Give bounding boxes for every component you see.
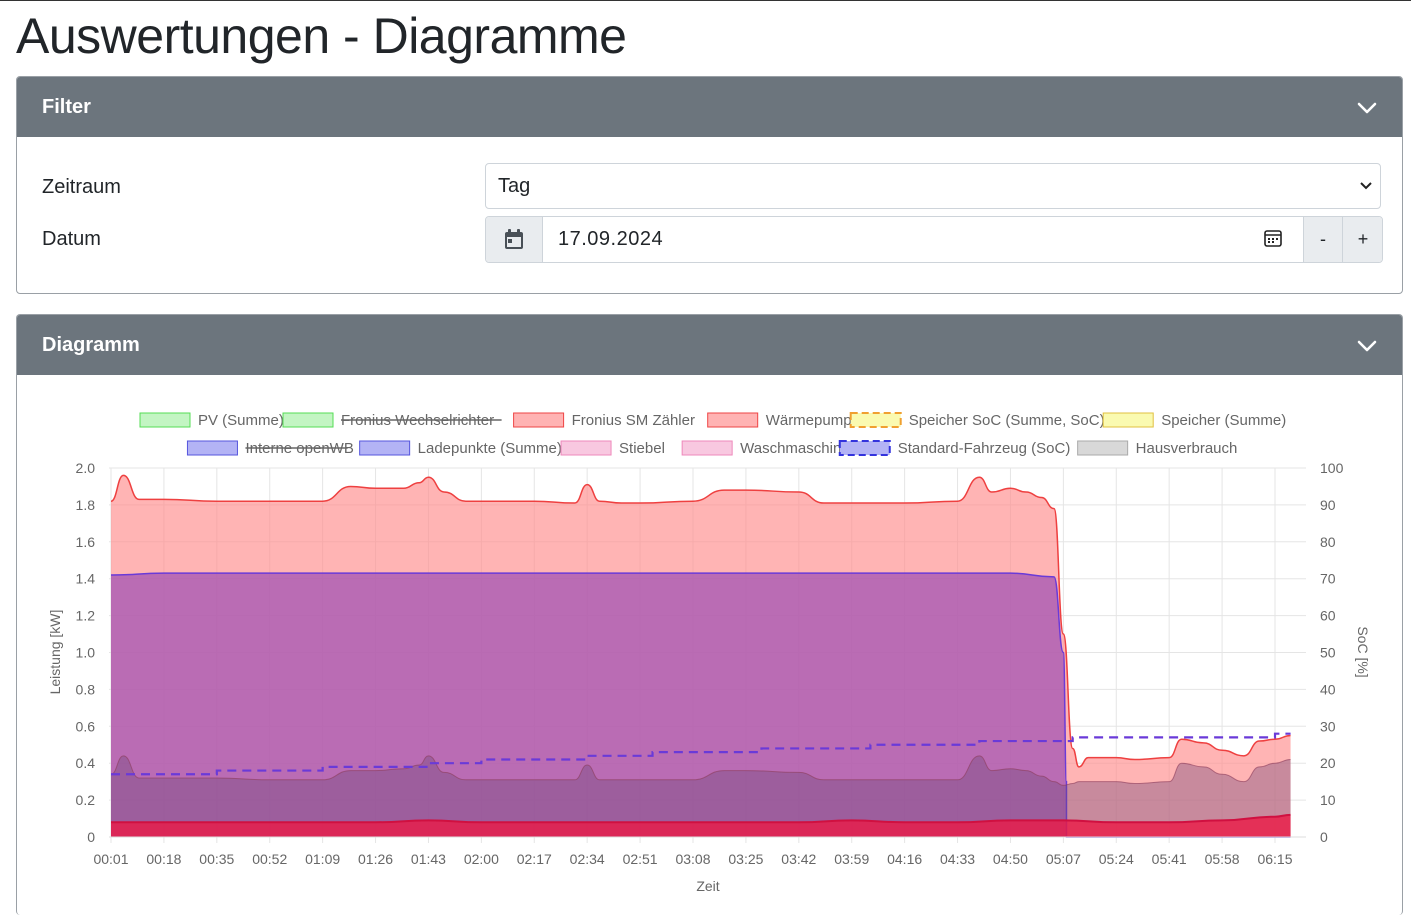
y2-tick-label: 40 [1320,681,1336,697]
legend-swatch [707,412,759,428]
x-tick-label: 00:18 [146,851,181,867]
x-tick-label: 04:16 [887,851,922,867]
y2-tick-label: 20 [1320,755,1336,771]
legend-label: Speicher (Summe) [1161,412,1286,429]
y2-tick-label: 80 [1320,534,1336,550]
x-tick-label: 03:08 [675,851,710,867]
x-tick-label: 04:33 [940,851,975,867]
x-axis-title: Zeit [696,878,719,894]
legend-label: Stiebel [619,440,665,457]
legend-swatch [1077,440,1129,456]
x-tick-label: 01:43 [411,851,446,867]
x-tick-label: 03:42 [781,851,816,867]
legend-swatch [139,412,191,428]
x-tick-label: 05:24 [1099,851,1134,867]
legend-label: Fronius SM Zähler [572,412,695,429]
x-tick-label: 03:59 [834,851,869,867]
legend-swatch [849,412,902,428]
legend-label: Wärmepumpe [766,412,860,429]
legend-label: Hausverbrauch [1136,440,1238,457]
y2-tick-label: 90 [1320,497,1336,513]
x-tick-label: 00:01 [93,851,128,867]
y-tick-label: 1.0 [76,645,96,661]
energy-chart: 2.01.81.61.41.21.00.80.60.40.20100908070… [47,412,1371,894]
y-tick-label: 0.2 [76,792,96,808]
legend-swatch [681,440,733,456]
x-tick-label: 02:17 [517,851,552,867]
x-tick-label: 00:35 [199,851,234,867]
legend-swatch [560,440,612,456]
y-tick-label: 1.2 [76,608,96,624]
legend-item: Speicher (Summe) [1102,412,1286,429]
legend-item: Ladepunkte (Summe) [359,440,562,457]
legend-swatch [359,440,411,456]
x-tick-label: 02:51 [623,851,658,867]
legend-label: PV (Summe) [198,412,284,429]
legend-item: Standard-Fahrzeug (SoC) [838,440,1071,457]
legend-item: Speicher SoC (Summe, SoC) [849,412,1105,429]
y2-tick-label: 0 [1320,829,1328,845]
legend-item: Fronius Wechselrichter [282,412,502,429]
x-tick-label: 05:58 [1205,851,1240,867]
legend-swatch [186,440,238,456]
legend-swatch [282,412,334,428]
y-tick-label: 0.4 [76,755,96,771]
legend-swatch [1102,412,1154,428]
y2-tick-label: 50 [1320,645,1336,661]
legend-item: Interne openWB [186,440,354,457]
x-tick-label: 02:00 [464,851,499,867]
y-tick-label: 2.0 [76,460,96,476]
y-axis-title: Leistung [kW] [47,610,63,695]
y-tick-label: 0.8 [76,681,96,697]
y-tick-label: 1.4 [76,571,96,587]
y2-tick-label: 70 [1320,571,1336,587]
x-tick-label: 04:50 [993,851,1028,867]
y-tick-label: 1.6 [76,534,96,550]
y-tick-label: 1.8 [76,497,96,513]
legend-item: Fronius SM Zähler [513,412,695,429]
x-tick-label: 01:09 [305,851,340,867]
y2-tick-label: 100 [1320,460,1344,476]
x-tick-label: 05:41 [1152,851,1187,867]
legend-swatch [513,412,565,428]
y2-tick-label: 10 [1320,792,1336,808]
legend-label: Speicher SoC (Summe, SoC) [909,412,1105,429]
x-tick-label: 01:26 [358,851,393,867]
x-tick-label: 03:25 [728,851,763,867]
legend-label: Waschmaschin [740,440,841,457]
legend-item: Hausverbrauch [1077,440,1238,457]
y2-tick-label: 60 [1320,608,1336,624]
y-tick-label: 0.6 [76,718,96,734]
legend-item: PV (Summe) [139,412,284,429]
legend-swatch [838,440,891,456]
legend-item: Stiebel [560,440,665,457]
x-tick-label: 05:07 [1046,851,1081,867]
x-tick-label: 06:15 [1257,851,1292,867]
legend-label: Standard-Fahrzeug (SoC) [898,440,1071,457]
legend-item: Waschmaschin [681,440,841,457]
y-tick-label: 0 [87,829,95,845]
legend-label: Ladepunkte (Summe) [418,440,562,457]
legend-item: Wärmepumpe [707,412,860,429]
y2-axis-title: SoC [%] [1355,626,1371,677]
y2-tick-label: 30 [1320,718,1336,734]
x-tick-label: 02:34 [570,851,605,867]
x-tick-label: 00:52 [252,851,287,867]
